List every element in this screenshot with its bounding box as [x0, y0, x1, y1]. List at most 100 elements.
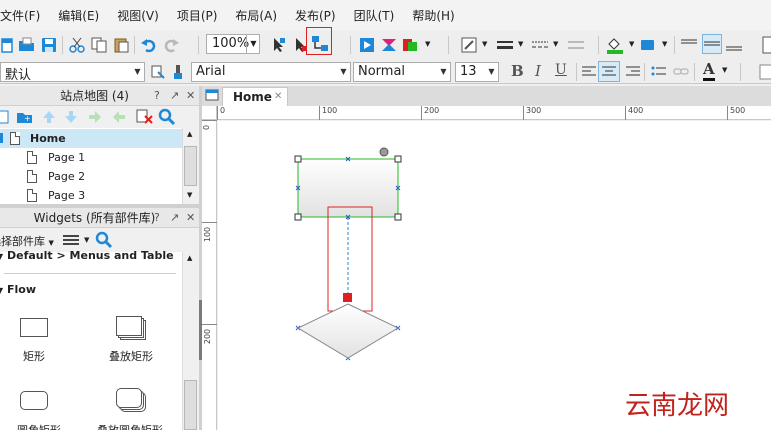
close-icon[interactable]: ✕ — [274, 91, 282, 102]
save-icon[interactable] — [40, 36, 58, 54]
connector-mode-icon[interactable] — [310, 34, 330, 54]
chevron-down-icon[interactable]: ▼ — [84, 236, 89, 244]
align-bottom-icon[interactable] — [725, 36, 743, 54]
help-icon[interactable]: ? — [154, 211, 160, 224]
page-list-icon[interactable] — [205, 88, 219, 102]
tree-item-page-2[interactable]: Page 2 — [0, 167, 182, 186]
scroll-up-icon[interactable]: ▲ — [187, 130, 192, 138]
cut-icon[interactable] — [68, 36, 86, 54]
rotate-handle[interactable] — [379, 147, 389, 157]
tab-home[interactable]: Home ✕ — [222, 87, 288, 106]
more-icon[interactable] — [762, 36, 771, 54]
flow-rectangle[interactable] — [297, 158, 399, 218]
align-center-icon[interactable] — [598, 61, 620, 82]
scroll-down-icon[interactable]: ▼ — [187, 191, 192, 199]
new-file-icon[interactable] — [0, 36, 16, 54]
open-folder-icon[interactable] — [18, 36, 36, 54]
select-mode-icon[interactable] — [269, 36, 287, 54]
add-page-icon[interactable] — [0, 108, 14, 126]
menu-project[interactable]: 项目(P) — [167, 7, 226, 24]
italic-button[interactable]: I — [535, 62, 541, 80]
menu-publish[interactable]: 发布(P) — [285, 7, 344, 24]
widget-stacked-rounded-rectangle[interactable] — [116, 388, 146, 412]
outdent-icon[interactable] — [110, 108, 128, 126]
font-weight-select[interactable]: Normal ▼ — [353, 62, 451, 82]
menu-file[interactable]: 文件(F) — [0, 7, 48, 24]
underline-button[interactable]: U — [555, 62, 567, 78]
fill-color-icon[interactable] — [606, 36, 624, 54]
edit-style-icon[interactable] — [460, 36, 478, 54]
font-size-select[interactable]: 13 ▼ — [455, 62, 499, 82]
chevron-down-icon[interactable]: ▼ — [482, 40, 487, 48]
design-canvas[interactable] — [218, 121, 771, 430]
align-top-icon[interactable] — [680, 36, 698, 54]
redo-icon[interactable] — [162, 36, 180, 54]
widget-rounded-rectangle[interactable] — [20, 391, 48, 410]
tree-item-page-3[interactable]: Page 3 — [0, 186, 182, 205]
format-painter-icon[interactable] — [149, 63, 167, 81]
popout-icon[interactable]: ↗ — [170, 211, 179, 224]
copy-icon[interactable] — [90, 36, 108, 54]
chevron-down-icon[interactable]: ▼ — [425, 40, 430, 48]
menu-edit[interactable]: 编辑(E) — [48, 7, 107, 24]
widgets-scrollbar[interactable]: ▲ — [182, 252, 199, 430]
close-icon[interactable]: ✕ — [186, 89, 195, 102]
widget-section-header[interactable]: ▼ Flow — [0, 283, 36, 296]
bold-button[interactable]: B — [511, 62, 524, 80]
help-icon[interactable]: ? — [154, 89, 160, 102]
widget-group-header[interactable]: ▼ Default > Menus and Table — [0, 249, 174, 262]
search-icon[interactable] — [158, 108, 176, 126]
menu-help[interactable]: 帮助(H) — [402, 7, 462, 24]
align-middle-icon[interactable] — [702, 34, 722, 54]
brush-icon[interactable] — [170, 63, 188, 81]
ruler-tick-label: 200 — [203, 328, 213, 345]
close-icon[interactable]: ✕ — [186, 211, 195, 224]
align-right-icon[interactable] — [624, 63, 642, 81]
align-left-icon[interactable] — [580, 63, 598, 81]
search-icon[interactable] — [95, 231, 113, 249]
widget-rectangle[interactable] — [20, 318, 48, 337]
chevron-down-icon[interactable]: ▼ — [553, 40, 558, 48]
move-up-icon[interactable] — [40, 108, 58, 126]
menu-layout[interactable]: 布局(A) — [225, 7, 285, 24]
widget-stacked-rectangle[interactable] — [116, 316, 146, 340]
library-select[interactable]: 选择部件库 ▼ — [0, 233, 54, 249]
indent-icon[interactable] — [86, 108, 104, 126]
chevron-down-icon[interactable]: ▼ — [662, 40, 667, 48]
shadow-icon[interactable] — [640, 36, 658, 54]
share-icon[interactable] — [380, 36, 398, 54]
font-family-select[interactable]: Arial ▼ — [191, 62, 351, 82]
chevron-down-icon[interactable]: ▼ — [246, 34, 260, 54]
line-style-icon[interactable] — [531, 36, 549, 54]
widget-section-label: Flow — [7, 283, 37, 296]
font-color-button[interactable]: A — [703, 61, 715, 81]
move-down-icon[interactable] — [62, 108, 80, 126]
menu-team[interactable]: 团队(T) — [344, 7, 403, 24]
sitemap-scrollbar[interactable]: ▲ ▼ — [182, 128, 199, 204]
chevron-down-icon[interactable]: ▼ — [629, 40, 634, 48]
tree-item-home[interactable]: Home — [0, 129, 182, 148]
preview-icon[interactable] — [358, 36, 376, 54]
line-weight-icon[interactable] — [496, 36, 514, 54]
popout-icon[interactable]: ↗ — [170, 89, 179, 102]
chevron-down-icon[interactable]: ▼ — [722, 66, 727, 74]
more-format-icon[interactable] — [757, 63, 771, 81]
tree-item-page-1[interactable]: Page 1 — [0, 148, 182, 167]
scroll-thumb[interactable] — [184, 146, 197, 186]
menu-view[interactable]: 视图(V) — [107, 7, 167, 24]
add-folder-icon[interactable]: + — [16, 108, 34, 126]
flow-diamond[interactable] — [296, 303, 400, 359]
delete-page-icon[interactable] — [136, 108, 154, 126]
connector-endpoint[interactable] — [343, 293, 352, 302]
paste-icon[interactable] — [112, 36, 130, 54]
undo-icon[interactable] — [140, 36, 158, 54]
scroll-thumb[interactable] — [184, 380, 197, 430]
style-select[interactable]: 默认 ▼ — [0, 62, 145, 82]
scroll-up-icon[interactable]: ▲ — [187, 254, 192, 262]
bullet-list-icon[interactable] — [650, 63, 668, 81]
link-icon[interactable] — [672, 63, 690, 81]
chevron-down-icon[interactable]: ▼ — [518, 40, 523, 48]
publish-icon[interactable] — [402, 36, 420, 54]
arrow-style-icon[interactable] — [567, 36, 585, 54]
menu-icon[interactable] — [62, 231, 80, 249]
